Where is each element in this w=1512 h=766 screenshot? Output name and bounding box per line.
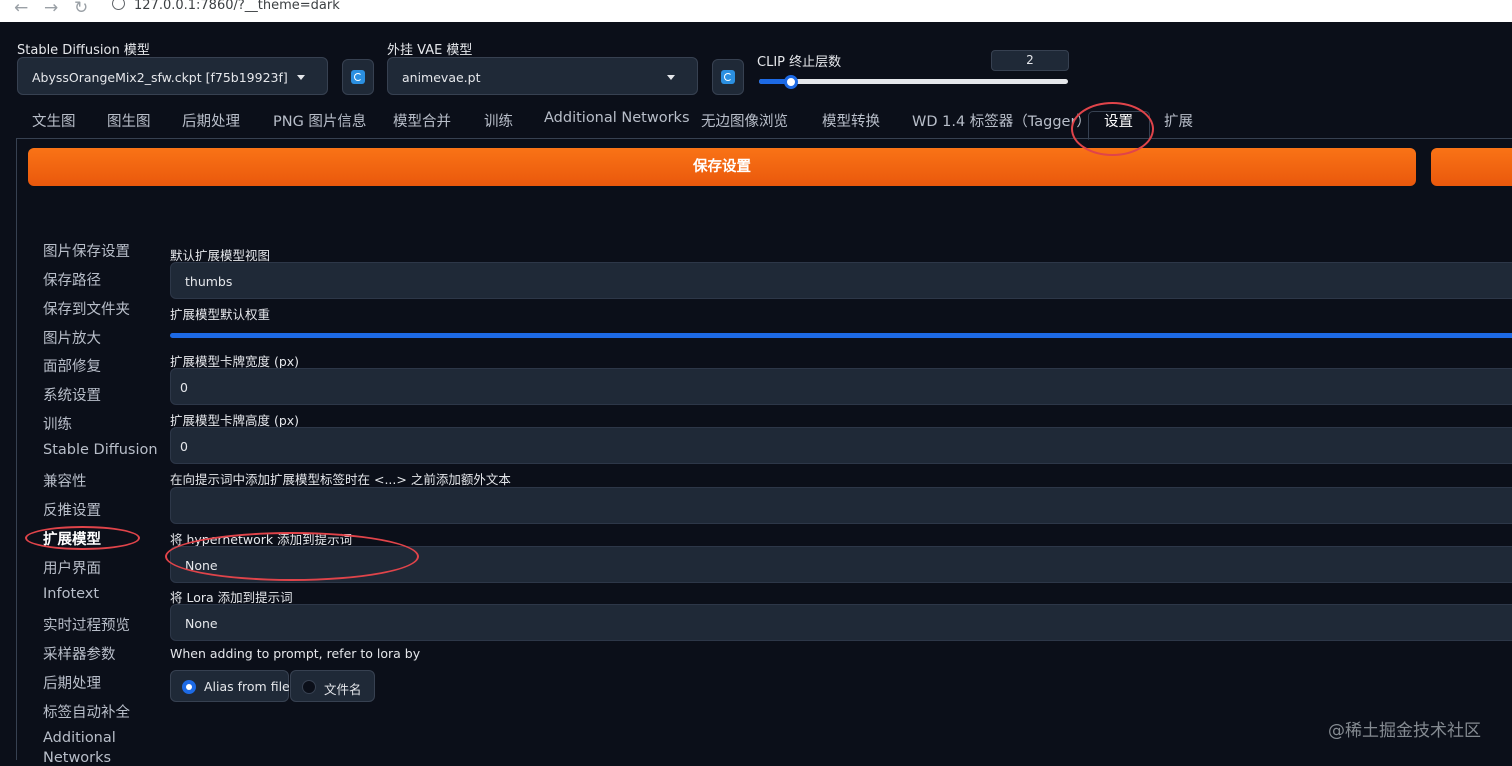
- refer-lora-label: When adding to prompt, refer to lora by: [170, 646, 421, 661]
- chevron-down-icon: [297, 75, 305, 80]
- radio-filename-label: 文件名: [324, 682, 362, 697]
- extra-text-input[interactable]: [170, 487, 1512, 524]
- sd-model-label: Stable Diffusion 模型: [17, 43, 150, 58]
- refresh-icon: [721, 70, 735, 84]
- card-height-input[interactable]: 0: [170, 427, 1512, 464]
- sidebar-item-stable-diffusion[interactable]: Stable Diffusion: [43, 442, 158, 458]
- radio-checked-icon: [182, 680, 196, 694]
- tab-infinite-image-browsing[interactable]: 无边图像浏览: [701, 110, 788, 131]
- refresh-sd-model-button[interactable]: [342, 59, 374, 95]
- refresh-icon: [351, 70, 365, 84]
- tab-train[interactable]: 训练: [484, 110, 513, 131]
- lora-dropdown[interactable]: None: [170, 604, 1512, 641]
- sidebar-item-additional[interactable]: Additional: [43, 730, 116, 746]
- site-info-icon[interactable]: [112, 0, 125, 10]
- default-weight-label: 扩展模型默认权重: [170, 307, 271, 322]
- sidebar-item-sampler-params[interactable]: 采样器参数: [43, 643, 116, 664]
- sidebar-item-user-interface[interactable]: 用户界面: [43, 557, 101, 578]
- radio-alias-label: Alias from file: [204, 679, 290, 694]
- default-view-value: thumbs: [185, 274, 233, 289]
- clip-slider-thumb[interactable]: [784, 75, 798, 89]
- sd-model-value: AbyssOrangeMix2_sfw.ckpt [f75b19923f]: [32, 70, 288, 85]
- sidebar-item-networks[interactable]: Networks: [43, 750, 111, 766]
- watermark: @稀土掘金技术社区: [1328, 721, 1481, 741]
- clip-skip-slider[interactable]: [759, 79, 1068, 84]
- card-height-value: 0: [180, 439, 188, 454]
- back-arrow-icon[interactable]: ←: [14, 0, 28, 18]
- sidebar-item-upscaling[interactable]: 图片放大: [43, 327, 101, 348]
- tab-extensions[interactable]: 扩展: [1164, 110, 1193, 131]
- tab-additional-networks[interactable]: Additional Networks: [544, 110, 690, 126]
- annotation-circle-extra-networks: [25, 526, 140, 550]
- sidebar-item-infotext[interactable]: Infotext: [43, 586, 99, 602]
- radio-filename[interactable]: 文件名: [290, 670, 375, 702]
- card-width-value: 0: [180, 380, 188, 395]
- lora-value: None: [185, 616, 218, 631]
- vae-label: 外挂 VAE 模型: [387, 43, 473, 58]
- sd-model-dropdown[interactable]: AbyssOrangeMix2_sfw.ckpt [f75b19923f]: [17, 57, 328, 95]
- annotation-circle-settings-tab: [1071, 102, 1154, 156]
- sidebar-item-paths[interactable]: 保存路径: [43, 269, 101, 290]
- tab-divider: [16, 138, 1512, 139]
- tab-tagger[interactable]: WD 1.4 标签器（Tagger）: [912, 110, 1091, 131]
- browser-toolbar: ← → ↻ 127.0.0.1:7860/?__theme=dark: [0, 0, 1512, 22]
- tab-model-converter[interactable]: 模型转换: [822, 110, 880, 131]
- sidebar-item-save-to-folder[interactable]: 保存到文件夹: [43, 298, 130, 319]
- chevron-down-icon: [667, 75, 675, 80]
- tab-png-info[interactable]: PNG 图片信息: [273, 110, 366, 131]
- sidebar-item-face-restoration[interactable]: 面部修复: [43, 355, 101, 376]
- save-settings-button[interactable]: 保存设置: [28, 148, 1416, 186]
- card-width-input[interactable]: 0: [170, 368, 1512, 405]
- sidebar-item-training[interactable]: 训练: [43, 413, 72, 434]
- vae-value: animevae.pt: [402, 70, 481, 85]
- refresh-vae-button[interactable]: [712, 59, 744, 95]
- extra-text-label: 在向提示词中添加扩展模型标签时在 <...> 之前添加额外文本: [170, 472, 511, 487]
- tab-img2img[interactable]: 图生图: [107, 110, 151, 131]
- sidebar-item-tag-autocomplete[interactable]: 标签自动补全: [43, 701, 130, 722]
- default-weight-slider[interactable]: [170, 333, 1512, 338]
- panel-border: [16, 139, 17, 760]
- reload-icon[interactable]: ↻: [74, 0, 88, 18]
- tab-extras[interactable]: 后期处理: [182, 110, 240, 131]
- clip-skip-number-input[interactable]: 2: [991, 50, 1069, 71]
- annotation-circle-hypernetwork: [165, 532, 419, 581]
- sidebar-item-image-saving[interactable]: 图片保存设置: [43, 240, 130, 261]
- sidebar-item-interrogate[interactable]: 反推设置: [43, 499, 101, 520]
- sidebar-item-postprocessing[interactable]: 后期处理: [43, 672, 101, 693]
- radio-alias-from-file[interactable]: Alias from file: [170, 670, 290, 702]
- default-view-dropdown[interactable]: thumbs: [170, 262, 1512, 299]
- radio-unchecked-icon: [302, 680, 316, 694]
- sidebar-item-live-preview[interactable]: 实时过程预览: [43, 614, 130, 635]
- tab-txt2img[interactable]: 文生图: [32, 110, 76, 131]
- sidebar-item-system[interactable]: 系统设置: [43, 384, 101, 405]
- tab-checkpoint-merger[interactable]: 模型合并: [393, 110, 451, 131]
- address-bar[interactable]: 127.0.0.1:7860/?__theme=dark: [134, 0, 340, 14]
- reload-ui-button[interactable]: [1431, 148, 1512, 186]
- vae-dropdown[interactable]: animevae.pt: [387, 57, 698, 95]
- clip-skip-label: CLIP 终止层数: [757, 55, 842, 70]
- forward-arrow-icon[interactable]: →: [44, 0, 58, 18]
- sidebar-item-compatibility[interactable]: 兼容性: [43, 470, 87, 491]
